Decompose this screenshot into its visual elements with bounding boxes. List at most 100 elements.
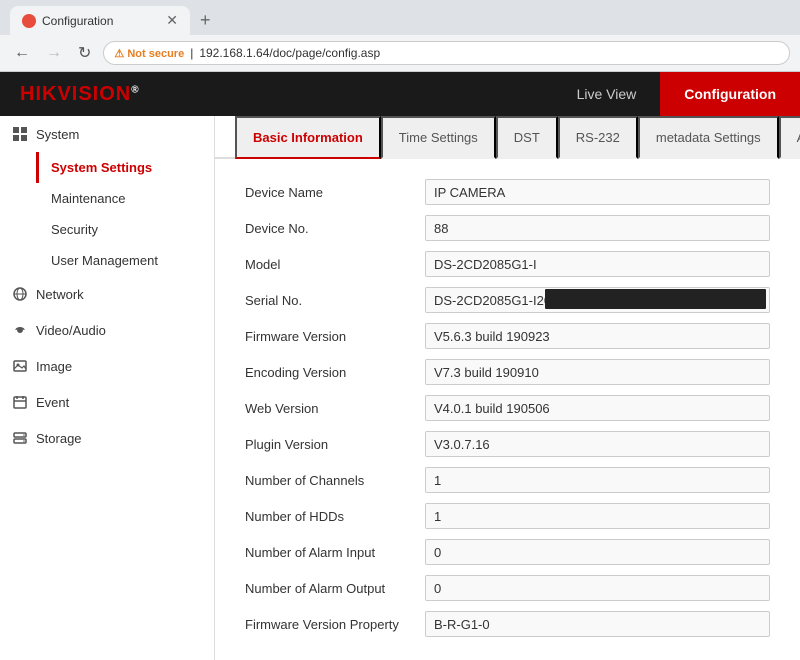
app-logo: HIKVISION®: [0, 83, 160, 106]
form-row-firmware-property: Firmware Version Property: [245, 611, 770, 637]
sidebar-header-video-audio[interactable]: Video/Audio: [0, 312, 214, 348]
tab-close-btn[interactable]: ✕: [166, 12, 178, 29]
form-row-plugin-version: Plugin Version: [245, 431, 770, 457]
sidebar-section-image: Image: [0, 348, 214, 384]
form-row-model: Model: [245, 251, 770, 277]
form-row-channels: Number of Channels: [245, 467, 770, 493]
label-alarm-input: Number of Alarm Input: [245, 545, 425, 560]
sidebar-item-maintenance[interactable]: Maintenance: [36, 183, 214, 214]
input-alarm-output[interactable]: [425, 575, 770, 601]
network-icon: [12, 286, 28, 302]
sidebar-section-event: Event: [0, 384, 214, 420]
label-plugin-version: Plugin Version: [245, 437, 425, 452]
sidebar-header-network[interactable]: Network: [0, 276, 214, 312]
url-text: 192.168.1.64/doc/page/config.asp: [199, 46, 380, 60]
sidebar-section-storage: Storage: [0, 420, 214, 456]
tab-basic-information[interactable]: Basic Information: [235, 116, 381, 159]
label-channels: Number of Channels: [245, 473, 425, 488]
refresh-button[interactable]: ↻: [74, 41, 95, 65]
sidebar-event-label: Event: [36, 395, 69, 410]
nav-live-view[interactable]: Live View: [553, 72, 661, 116]
label-firmware-version: Firmware Version: [245, 329, 425, 344]
input-plugin-version[interactable]: [425, 431, 770, 457]
form-row-firmware-version: Firmware Version: [245, 323, 770, 349]
nav-configuration[interactable]: Configuration: [660, 72, 800, 116]
logo-text: HIKVISION: [20, 83, 131, 105]
form-row-device-no: Device No.: [245, 215, 770, 241]
app-header: HIKVISION® Live View Configuration: [0, 72, 800, 116]
sidebar-item-system-settings[interactable]: System Settings: [36, 152, 214, 183]
tab-time-settings[interactable]: Time Settings: [381, 116, 496, 159]
sidebar-video-audio-label: Video/Audio: [36, 323, 106, 338]
not-secure-label: ⚠ Not secure: [114, 47, 184, 60]
label-serial-no: Serial No.: [245, 293, 425, 308]
form-row-web-version: Web Version: [245, 395, 770, 421]
tab-title: Configuration: [42, 14, 113, 28]
form-row-device-name: Device Name: [245, 179, 770, 205]
logo-reg: ®: [131, 84, 139, 95]
form-row-encoding-version: Encoding Version: [245, 359, 770, 385]
sidebar-header-event[interactable]: Event: [0, 384, 214, 420]
tab-bar: Configuration ✕ +: [0, 0, 800, 35]
input-model[interactable]: [425, 251, 770, 277]
input-device-name[interactable]: [425, 179, 770, 205]
label-web-version: Web Version: [245, 401, 425, 416]
sidebar-storage-label: Storage: [36, 431, 82, 446]
url-bar[interactable]: ⚠ Not secure | 192.168.1.64/doc/page/con…: [103, 41, 790, 65]
sidebar-item-security[interactable]: Security: [36, 214, 214, 245]
sidebar-system-sub: System Settings Maintenance Security Use…: [0, 152, 214, 276]
input-device-no[interactable]: [425, 215, 770, 241]
sidebar-section-system: System System Settings Maintenance Secur…: [0, 116, 214, 276]
sidebar-item-user-management[interactable]: User Management: [36, 245, 214, 276]
form-row-alarm-output: Number of Alarm Output: [245, 575, 770, 601]
tab-favicon: [22, 14, 36, 28]
new-tab-button[interactable]: +: [192, 6, 219, 35]
back-button[interactable]: ←: [10, 42, 34, 64]
label-encoding-version: Encoding Version: [245, 365, 425, 380]
sidebar: System System Settings Maintenance Secur…: [0, 116, 215, 660]
grid-icon: [12, 126, 28, 142]
sidebar-header-storage[interactable]: Storage: [0, 420, 214, 456]
label-firmware-property: Firmware Version Property: [245, 617, 425, 632]
tab-rs232[interactable]: RS-232: [558, 116, 638, 159]
input-web-version[interactable]: [425, 395, 770, 421]
sidebar-system-label: System: [36, 127, 79, 142]
browser-tab[interactable]: Configuration ✕: [10, 6, 190, 35]
image-icon: [12, 358, 28, 374]
sidebar-section-video-audio: Video/Audio: [0, 312, 214, 348]
sidebar-header-image[interactable]: Image: [0, 348, 214, 384]
input-hdds[interactable]: [425, 503, 770, 529]
storage-icon: [12, 430, 28, 446]
main-layout: System System Settings Maintenance Secur…: [0, 116, 800, 660]
tab-metadata-settings[interactable]: metadata Settings: [638, 116, 779, 159]
input-firmware-property[interactable]: [425, 611, 770, 637]
input-firmware-version[interactable]: [425, 323, 770, 349]
sidebar-network-label: Network: [36, 287, 84, 302]
label-alarm-output: Number of Alarm Output: [245, 581, 425, 596]
sidebar-header-system[interactable]: System: [0, 116, 214, 152]
input-alarm-input[interactable]: [425, 539, 770, 565]
browser-chrome: Configuration ✕ + ← → ↻ ⚠ Not secure | 1…: [0, 0, 800, 72]
form-area: Device Name Device No. Model Serial No. …: [215, 159, 800, 660]
content-area: Basic Information Time Settings DST RS-2…: [215, 116, 800, 660]
sidebar-image-label: Image: [36, 359, 72, 374]
form-row-alarm-input: Number of Alarm Input: [245, 539, 770, 565]
input-encoding-version[interactable]: [425, 359, 770, 385]
label-hdds: Number of HDDs: [245, 509, 425, 524]
forward-button[interactable]: →: [42, 42, 66, 64]
address-bar: ← → ↻ ⚠ Not secure | 192.168.1.64/doc/pa…: [0, 35, 800, 71]
tab-dst[interactable]: DST: [496, 116, 558, 159]
form-row-hdds: Number of HDDs: [245, 503, 770, 529]
main-nav: Live View Configuration: [553, 72, 800, 116]
url-separator: |: [190, 46, 193, 60]
tab-about[interactable]: About: [779, 116, 800, 159]
sidebar-section-network: Network: [0, 276, 214, 312]
event-icon: [12, 394, 28, 410]
label-model: Model: [245, 257, 425, 272]
input-channels[interactable]: [425, 467, 770, 493]
label-device-no: Device No.: [245, 221, 425, 236]
label-device-name: Device Name: [245, 185, 425, 200]
audio-icon: [12, 322, 28, 338]
tab-navigation: Basic Information Time Settings DST RS-2…: [215, 116, 800, 159]
form-row-serial-no: Serial No.: [245, 287, 770, 313]
